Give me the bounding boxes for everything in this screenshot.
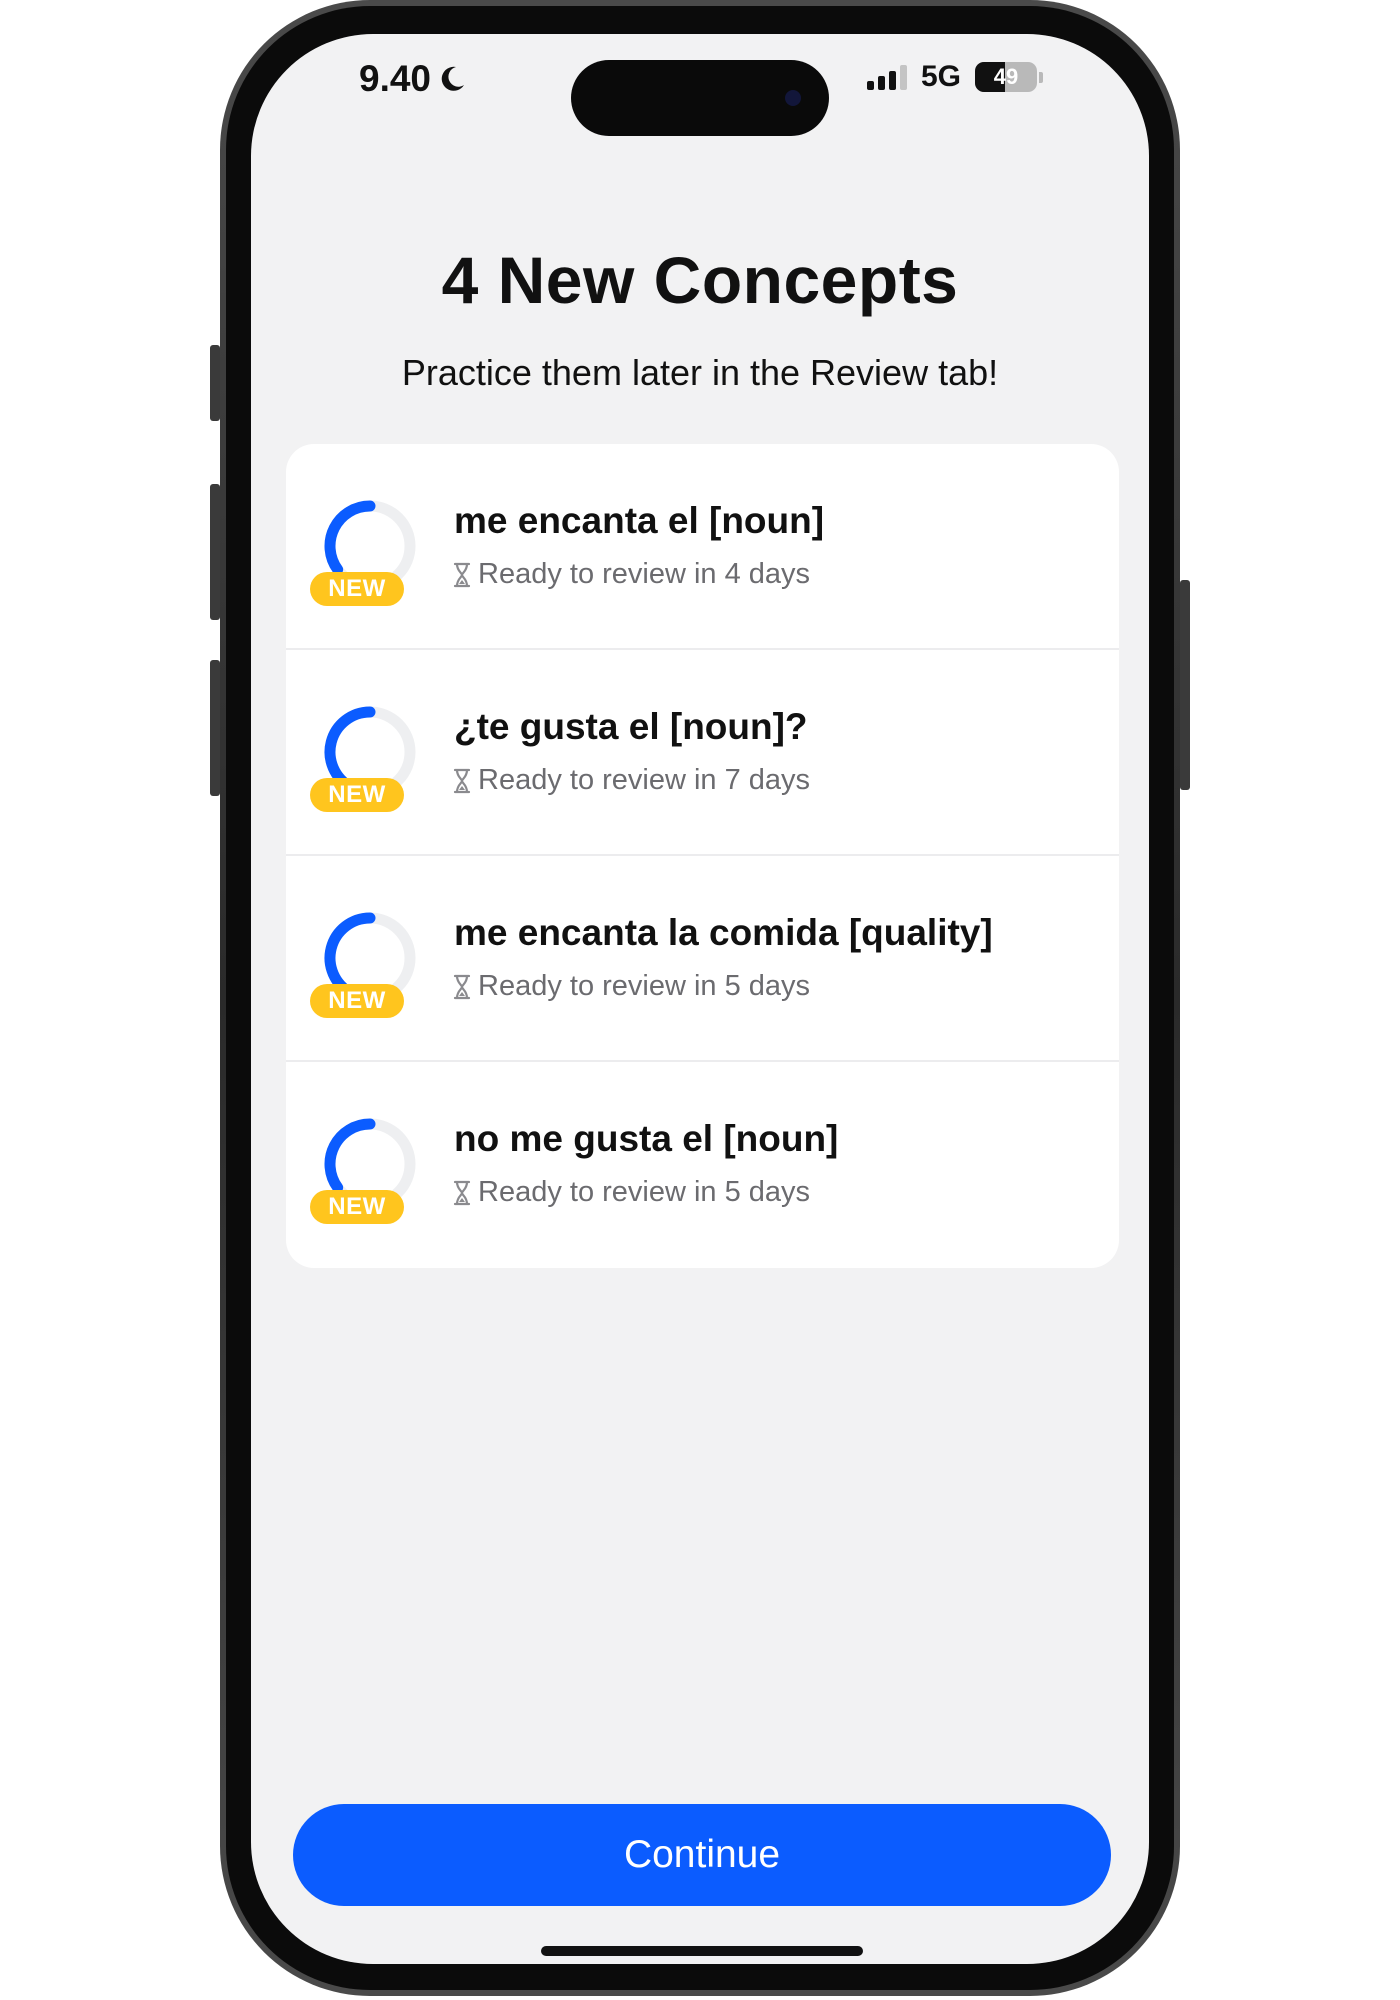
status-time: 9.40 [359, 58, 467, 100]
battery-cap [1039, 71, 1043, 83]
concept-item[interactable]: NEW ¿te gusta el [noun]? Ready to review… [286, 650, 1119, 856]
volume-up-button [210, 484, 220, 620]
screen: 9.40 5G 49 4 New Concepts Practice them … [251, 34, 1149, 1964]
progress-ring-arc [324, 912, 376, 999]
concept-review-status: Ready to review in 5 days [478, 970, 811, 1002]
concept-meta: Ready to review in 4 days [452, 558, 810, 591]
hourglass-icon [453, 1180, 471, 1205]
progress-ring-arc [324, 500, 376, 576]
concept-item[interactable]: NEW me encanta la comida [quality] Ready… [286, 856, 1119, 1062]
dynamic-island [571, 60, 829, 136]
concept-title: ¿te gusta el [noun]? [454, 706, 808, 747]
battery-percent: 49 [993, 64, 1019, 89]
progress-ring-arc [324, 706, 376, 793]
new-badge: NEW [310, 572, 404, 606]
concept-title: me encanta el [noun] [454, 500, 825, 541]
concept-meta: Ready to review in 5 days [452, 970, 810, 1003]
page-title: 4 New Concepts [441, 243, 959, 317]
progress-ring-arc [324, 1118, 376, 1194]
concept-meta: Ready to review in 7 days [452, 764, 810, 797]
battery-icon: 49 [975, 62, 1037, 92]
volume-down-button [210, 660, 220, 796]
concept-review-status: Ready to review in 5 days [478, 1176, 811, 1208]
hourglass-icon [453, 768, 471, 793]
concept-item[interactable]: NEW me encanta el [noun] Ready to review… [286, 444, 1119, 650]
concept-list: NEW me encanta el [noun] Ready to review… [286, 444, 1119, 1268]
concept-title: me encanta la comida [quality] [454, 912, 993, 953]
new-badge: NEW [310, 778, 404, 812]
action-button [210, 345, 220, 421]
home-indicator[interactable] [541, 1946, 863, 1956]
front-camera [785, 90, 801, 106]
power-button [1180, 580, 1190, 790]
network-type: 5G [920, 60, 961, 93]
hourglass-icon [453, 974, 471, 999]
concept-review-status: Ready to review in 7 days [478, 764, 811, 796]
concept-item[interactable]: NEW no me gusta el [noun] Ready to revie… [286, 1062, 1119, 1268]
concept-meta: Ready to review in 5 days [452, 1176, 810, 1209]
status-time-text: 9.40 [359, 58, 432, 99]
continue-button[interactable]: Continue [293, 1804, 1111, 1906]
cellular-signal-icon [866, 64, 907, 90]
new-badge: NEW [310, 984, 404, 1018]
page-subtitle: Practice them later in the Review tab! [401, 352, 999, 393]
phone-mockup: 9.40 5G 49 4 New Concepts Practice them … [0, 0, 1400, 2000]
status-indicators: 5G 49 [866, 60, 1043, 94]
concept-review-status: Ready to review in 4 days [478, 558, 811, 590]
moon-icon [441, 66, 465, 91]
new-badge: NEW [310, 1190, 404, 1224]
concept-title: no me gusta el [noun] [454, 1118, 839, 1159]
hourglass-icon [453, 562, 471, 587]
